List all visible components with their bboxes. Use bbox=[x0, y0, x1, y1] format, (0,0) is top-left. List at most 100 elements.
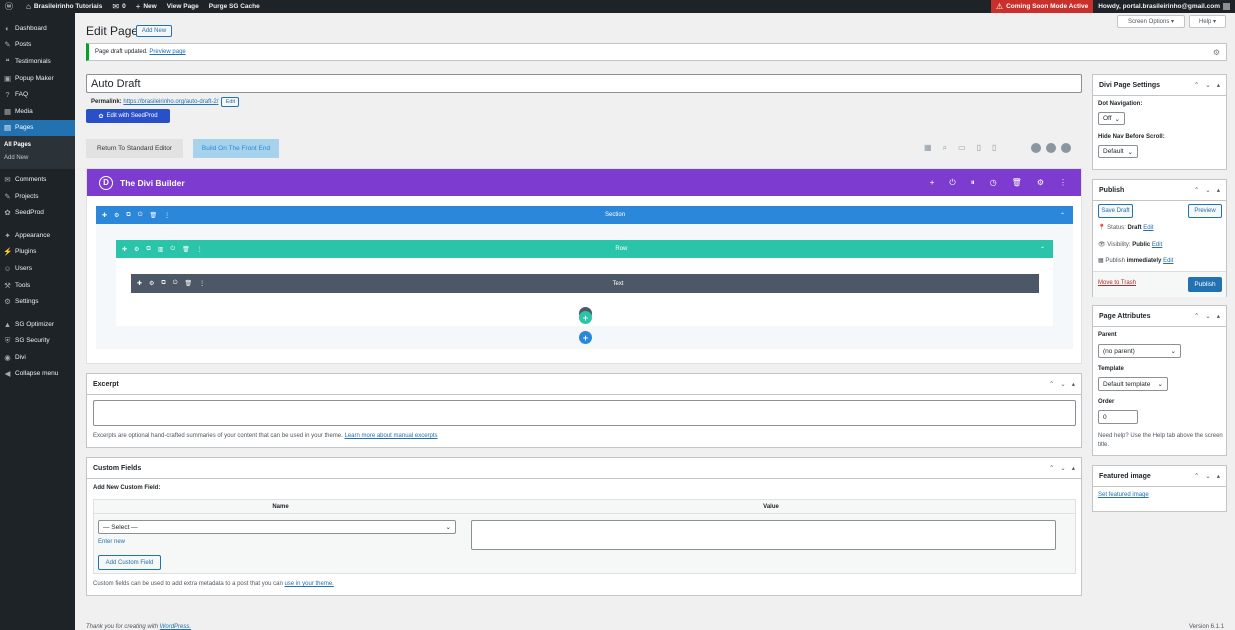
settings-icon[interactable]: ⚙ bbox=[134, 246, 139, 253]
return-standard-editor-button[interactable]: Return To Standard Editor bbox=[86, 139, 183, 158]
sidebar-item-comments[interactable]: ✉ Comments bbox=[0, 171, 75, 188]
chevron-up-icon[interactable]: ⌃ bbox=[1049, 380, 1054, 388]
chevron-down-icon[interactable]: ⌄ bbox=[1060, 380, 1065, 388]
admin-bar-comments[interactable]: ✉ 0 bbox=[107, 0, 130, 13]
desktop-icon[interactable]: ▭ bbox=[958, 143, 966, 153]
custom-fields-header[interactable]: Custom Fields ⌃ ⌄ ▴ bbox=[87, 458, 1081, 479]
toggle-icon[interactable]: ▴ bbox=[1217, 312, 1220, 320]
publish-header[interactable]: Publish ⌃ ⌄ ▴ bbox=[1093, 180, 1226, 201]
admin-bar-view-page[interactable]: View Page bbox=[162, 0, 204, 13]
trash-icon[interactable]: 🗑 bbox=[1012, 178, 1022, 188]
admin-bar-purge-cache[interactable]: Purge SG Cache bbox=[204, 0, 265, 13]
admin-bar-account[interactable]: Howdy, portal.brasileirinho@gmail.com bbox=[1093, 0, 1235, 13]
sidebar-item-tools[interactable]: ⚒ Tools bbox=[0, 277, 75, 294]
divi-settings-header[interactable]: Divi Page Settings ⌃ ⌄ ▴ bbox=[1093, 75, 1226, 96]
parent-select[interactable]: (no parent) ⌄ bbox=[1098, 344, 1181, 358]
chevron-up-icon[interactable]: ⌃ bbox=[1049, 464, 1054, 472]
chevron-up-icon[interactable]: ⌃ bbox=[1194, 472, 1199, 480]
preview-page-link[interactable]: Preview page bbox=[149, 49, 185, 55]
publish-button[interactable]: Publish bbox=[1188, 277, 1222, 292]
sidebar-item-plugins[interactable]: ⚡ Plugins bbox=[0, 244, 75, 261]
zoom-icon[interactable]: ⌕ bbox=[943, 143, 947, 153]
excerpt-learn-more-link[interactable]: Learn more about manual excerpts bbox=[344, 433, 437, 439]
add-icon[interactable]: ✚ bbox=[122, 246, 127, 253]
edit-with-seedprod-button[interactable]: ✿ Edit with SeedProd bbox=[86, 109, 170, 123]
chevron-down-icon[interactable]: ⌄ bbox=[1205, 472, 1210, 480]
permalink-edit-button[interactable]: Edit bbox=[221, 97, 240, 107]
pause-icon[interactable]: ⏸ bbox=[971, 178, 975, 188]
trash-icon[interactable]: 🗑 bbox=[149, 212, 157, 219]
power-icon[interactable]: ⏻ bbox=[949, 178, 955, 188]
sidebar-item-projects[interactable]: ✎ Projects bbox=[0, 188, 75, 205]
edit-status-link[interactable]: Edit bbox=[1143, 225, 1153, 231]
hide-nav-select[interactable]: Default ⌄ bbox=[1098, 145, 1138, 158]
dot-navigation-select[interactable]: Off ⌄ bbox=[1098, 112, 1125, 125]
screen-options-button[interactable]: Screen Options ▾ bbox=[1117, 15, 1185, 28]
power-icon[interactable]: ⏻ bbox=[170, 246, 175, 253]
set-featured-image-link[interactable]: Set featured image bbox=[1098, 492, 1149, 498]
wordpress-logo[interactable]: ⓦ bbox=[0, 0, 21, 13]
search-icon[interactable] bbox=[1031, 143, 1041, 153]
toggle-icon[interactable]: ▴ bbox=[1217, 81, 1220, 89]
sidebar-item-faq[interactable]: ? FAQ bbox=[0, 86, 75, 103]
section-bar[interactable]: ✚ ⚙ ⧉ ⏻ 🗑 ⋮ Section ⌃ bbox=[96, 206, 1073, 224]
portability-icon[interactable] bbox=[1046, 143, 1056, 153]
add-custom-field-button[interactable]: Add Custom Field bbox=[98, 555, 161, 570]
template-select[interactable]: Default template ⌄ bbox=[1098, 377, 1168, 391]
preview-button[interactable]: Preview bbox=[1188, 204, 1222, 218]
chevron-down-icon[interactable]: ⌄ bbox=[1205, 312, 1210, 320]
excerpt-header[interactable]: Excerpt ⌃ ⌄ ▴ bbox=[87, 374, 1081, 395]
sidebar-item-seedprod[interactable]: ✿ SeedProd bbox=[0, 204, 75, 221]
add-icon[interactable]: + bbox=[930, 178, 935, 188]
order-input[interactable]: 0 bbox=[1098, 410, 1138, 424]
sidebar-item-pages[interactable]: ▤ Pages bbox=[0, 119, 75, 137]
settings-icon[interactable]: ⚙ bbox=[1037, 178, 1044, 188]
sidebar-item-posts[interactable]: ✎ Posts bbox=[0, 37, 75, 54]
submenu-all-pages[interactable]: All Pages bbox=[4, 139, 75, 152]
wordpress-link[interactable]: WordPress. bbox=[160, 624, 191, 630]
save-draft-button[interactable]: Save Draft bbox=[1098, 204, 1133, 218]
power-icon[interactable]: ⏻ bbox=[173, 280, 178, 287]
submenu-add-new[interactable]: Add New bbox=[4, 152, 75, 165]
more-icon[interactable]: ⋮ bbox=[1059, 178, 1067, 188]
sidebar-item-users[interactable]: ☺ Users bbox=[0, 260, 75, 277]
toggle-icon[interactable]: ▴ bbox=[1072, 464, 1075, 472]
settings-icon[interactable]: ⚙ bbox=[114, 212, 119, 219]
collapse-icon[interactable]: ⌃ bbox=[1040, 246, 1053, 253]
edit-visibility-link[interactable]: Edit bbox=[1152, 242, 1162, 248]
help-button[interactable]: Help ▾ bbox=[1189, 15, 1226, 28]
chevron-up-icon[interactable]: ⌃ bbox=[1194, 312, 1199, 320]
admin-bar-new[interactable]: + New bbox=[131, 0, 162, 13]
collapse-icon[interactable]: ⌃ bbox=[1060, 212, 1073, 219]
phone-icon[interactable]: ▯ bbox=[992, 143, 996, 153]
move-to-trash-link[interactable]: Move to Trash bbox=[1098, 280, 1136, 286]
sidebar-item-sg-security[interactable]: ⛨ SG Security bbox=[0, 333, 75, 350]
toggle-icon[interactable]: ▴ bbox=[1217, 186, 1220, 194]
columns-icon[interactable]: ▥ bbox=[158, 246, 164, 253]
row-bar[interactable]: ✚ ⚙ ⧉ ▥ ⏻ 🗑 ⋮ Row ⌃ bbox=[116, 240, 1053, 258]
sidebar-item-media[interactable]: ▦ Media bbox=[0, 103, 75, 120]
enter-new-link[interactable]: Enter new bbox=[98, 539, 125, 545]
toggle-icon[interactable]: ▴ bbox=[1217, 472, 1220, 480]
title-input[interactable]: Auto Draft bbox=[86, 74, 1082, 93]
duplicate-icon[interactable]: ⧉ bbox=[146, 246, 150, 253]
coming-soon-badge[interactable]: ⚠ Coming Soon Mode Active bbox=[990, 0, 1094, 13]
duplicate-icon[interactable]: ⧉ bbox=[126, 212, 130, 219]
settings-icon[interactable]: ⚙ bbox=[149, 280, 154, 287]
add-section-button[interactable]: + bbox=[579, 331, 592, 344]
chevron-up-icon[interactable]: ⌃ bbox=[1194, 81, 1199, 89]
featured-image-header[interactable]: Featured image ⌃ ⌄ ▴ bbox=[1093, 466, 1226, 487]
add-row-button[interactable]: + bbox=[579, 311, 592, 324]
chevron-down-icon[interactable]: ⌄ bbox=[1205, 81, 1210, 89]
add-icon[interactable]: ✚ bbox=[137, 280, 142, 287]
trash-icon[interactable]: 🗑 bbox=[184, 280, 192, 287]
sidebar-item-appearance[interactable]: ✦ Appearance bbox=[0, 227, 75, 244]
build-front-end-button[interactable]: Build On The Front End bbox=[193, 139, 279, 158]
admin-bar-site[interactable]: ⌂ Brasileirinho Tutoriais bbox=[21, 0, 107, 13]
tablet-icon[interactable]: ▯ bbox=[977, 143, 981, 153]
sidebar-item-sg-optimizer[interactable]: ▲ SG Optimizer bbox=[0, 316, 75, 333]
chevron-down-icon[interactable]: ⌄ bbox=[1060, 464, 1065, 472]
sidebar-item-testimonials[interactable]: ❝ Testimonials bbox=[0, 53, 75, 70]
custom-field-select[interactable]: — Select — ⌄ bbox=[98, 520, 456, 534]
duplicate-icon[interactable]: ⧉ bbox=[161, 280, 165, 287]
